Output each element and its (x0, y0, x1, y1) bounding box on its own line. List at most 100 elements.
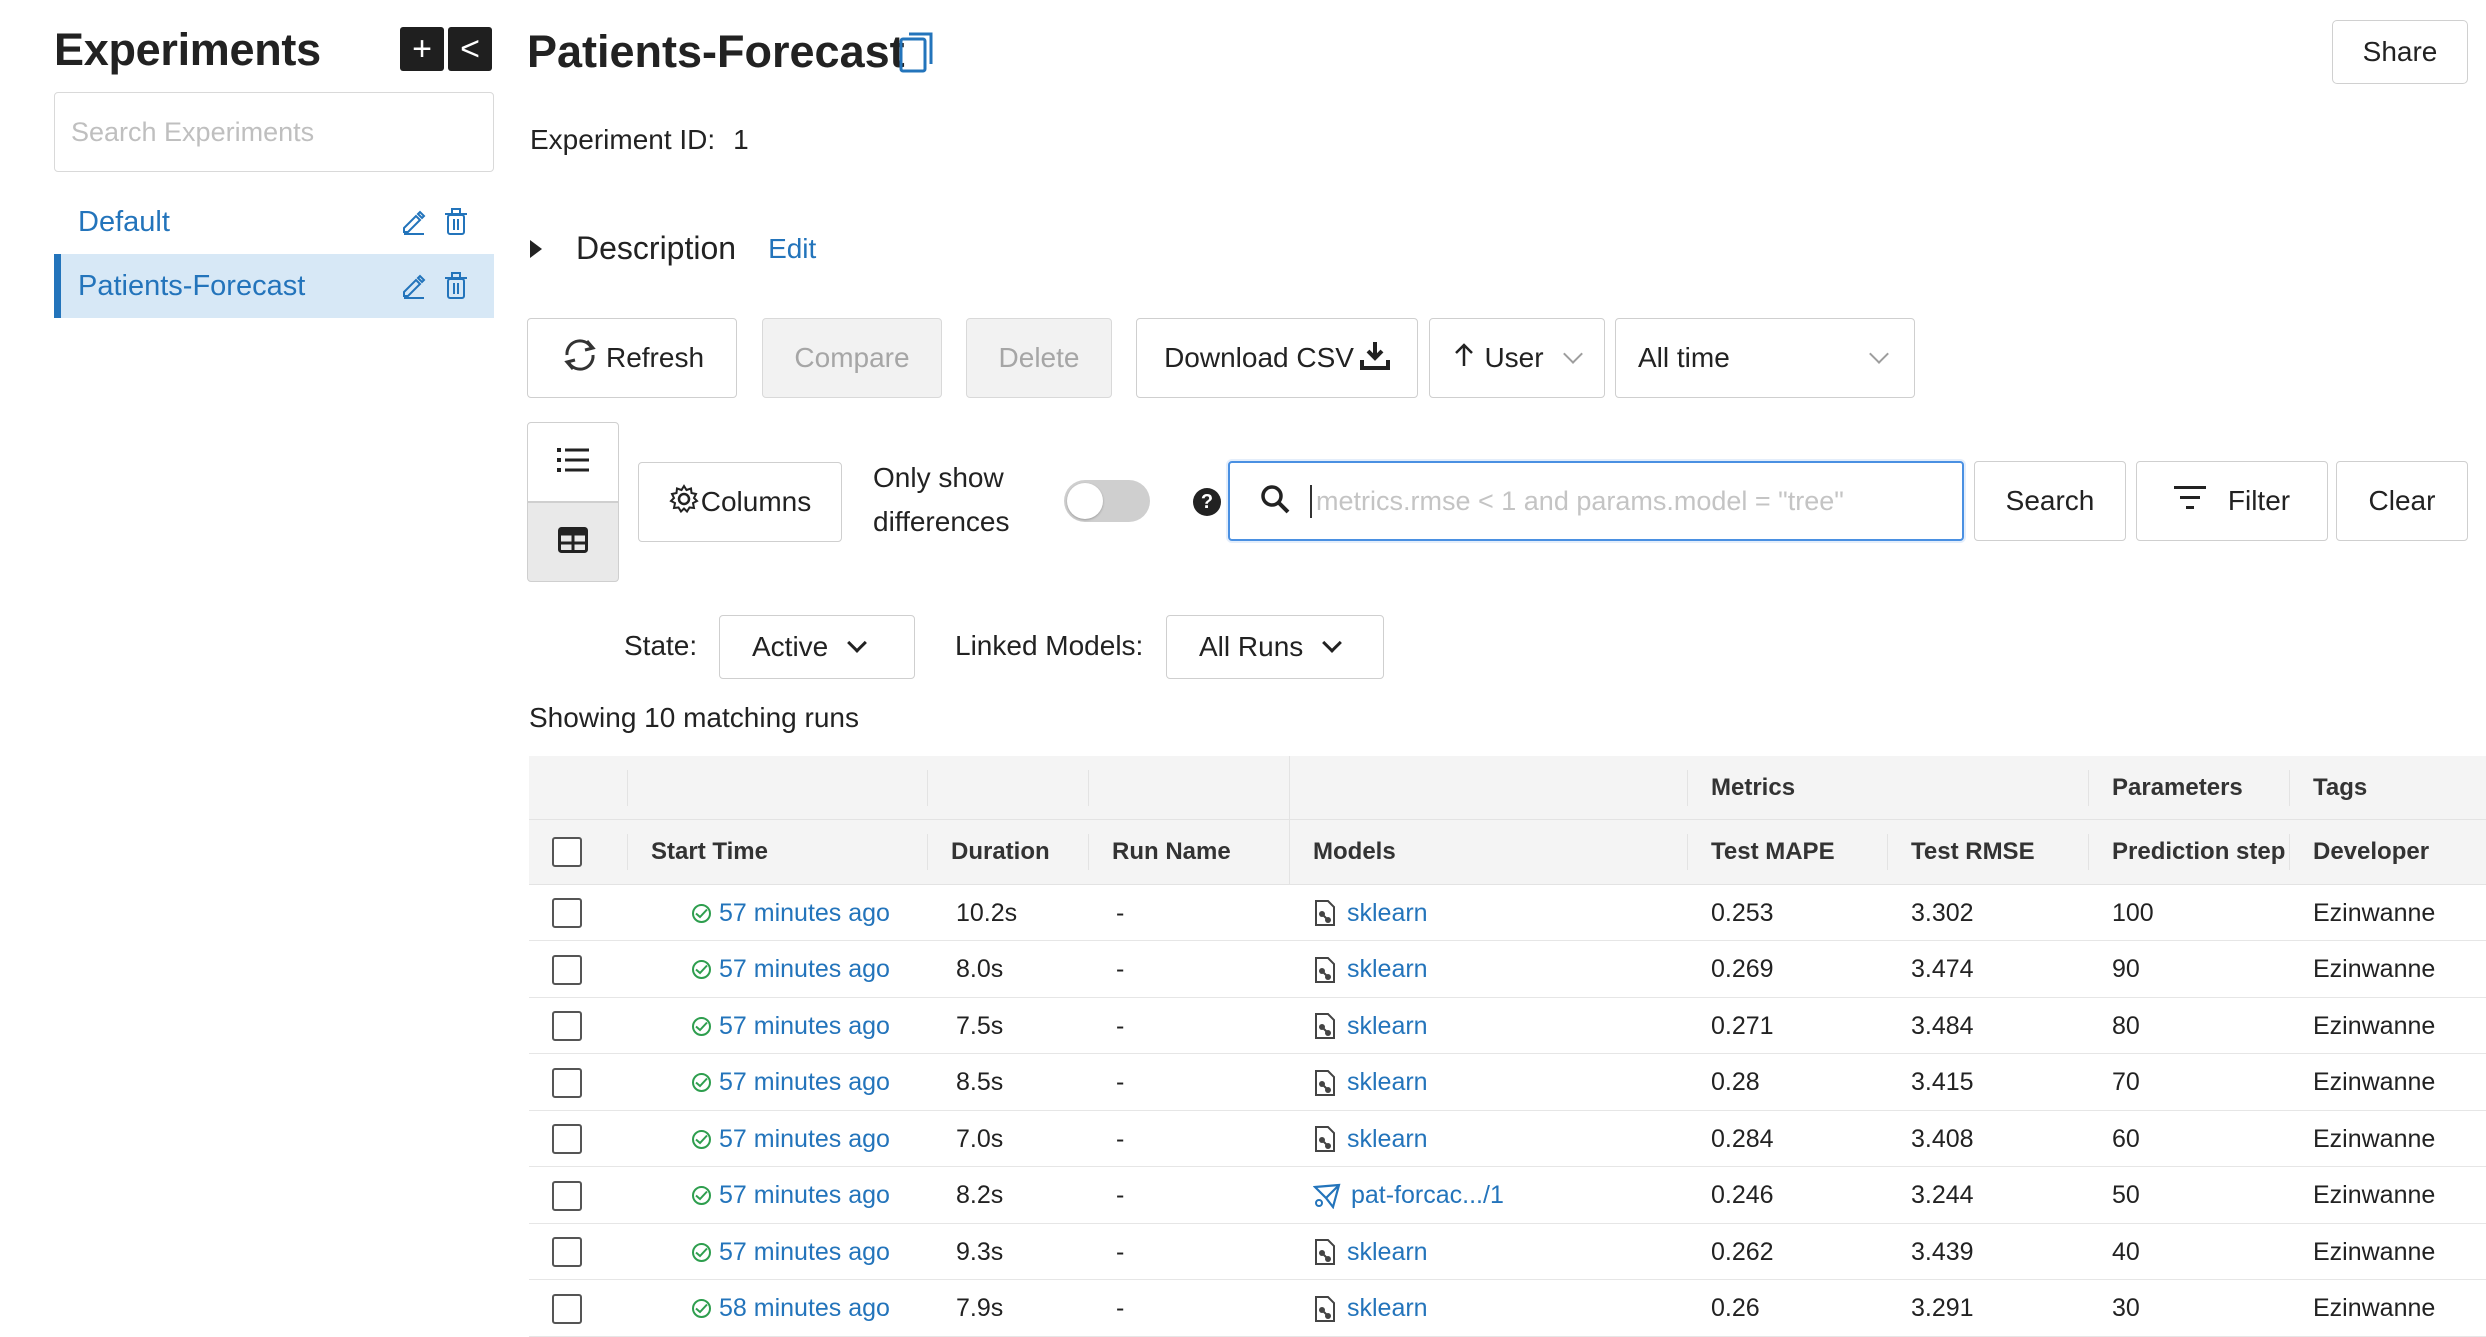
table-row[interactable]: 57 minutes ago 8.0s - sklearn 0.269 3.474 90 Ez… (529, 942, 2486, 998)
sidebar-item-patients-forecast[interactable]: Patients-Forecast (54, 254, 494, 318)
start-time-link[interactable]: 57 minutes ago (719, 899, 890, 928)
sort-user-dropdown[interactable]: User (1429, 318, 1605, 398)
table-row[interactable]: 57 minutes ago 9.3s - sklearn 0.262 3.439 40 Ez… (529, 1224, 2486, 1280)
list-view-button[interactable] (527, 422, 619, 502)
divider (927, 770, 928, 806)
row-checkbox[interactable] (552, 1011, 582, 1041)
time-range-dropdown[interactable]: All time (1615, 318, 1915, 398)
trash-icon[interactable] (444, 208, 468, 236)
run-finished-icon (692, 960, 711, 979)
copy-icon[interactable] (898, 30, 936, 79)
only-show-differences-toggle[interactable] (1064, 480, 1150, 522)
list-icon (557, 447, 589, 478)
search-runs-input[interactable] (1310, 484, 1930, 518)
column-header-test-mape[interactable]: Test MAPE (1711, 820, 1835, 884)
start-time-link[interactable]: 57 minutes ago (719, 1181, 890, 1210)
clear-button[interactable]: Clear (2336, 461, 2468, 541)
row-checkbox[interactable] (552, 898, 582, 928)
chevron-down-icon (1322, 633, 1343, 653)
table-view-button[interactable] (527, 502, 619, 582)
column-header-prediction-step[interactable]: Prediction step (2112, 820, 2285, 884)
delete-button[interactable]: Delete (966, 318, 1112, 398)
select-all-checkbox[interactable] (552, 837, 582, 867)
table-row[interactable]: 57 minutes ago 8.2s - pat-forcac.../1 0.246 3… (529, 1168, 2486, 1224)
state-select[interactable]: Active (719, 615, 915, 679)
column-header-run-name[interactable]: Run Name (1112, 820, 1231, 884)
row-checkbox[interactable] (552, 1067, 582, 1098)
column-header-developer[interactable]: Developer (2313, 820, 2429, 884)
sidebar-item-default[interactable]: Default (54, 190, 494, 254)
prediction-step-cell: 50 (2112, 1181, 2140, 1209)
developer-cell: Ezinwanne (2313, 1124, 2436, 1153)
toggle-knob (1067, 483, 1103, 519)
row-checkbox[interactable] (552, 1293, 582, 1324)
run-finished-icon (692, 1186, 711, 1205)
edit-icon[interactable] (400, 209, 426, 235)
row-checkbox[interactable] (552, 1124, 582, 1154)
row-checkbox[interactable] (552, 1180, 582, 1211)
run-finished-icon (692, 1242, 711, 1262)
table-row[interactable]: 57 minutes ago 7.0s - sklearn 0.284 3.408 60 Ez… (529, 1111, 2486, 1167)
developer-cell: Ezinwanne (2313, 955, 2436, 983)
filter-button[interactable]: Filter (2136, 461, 2328, 541)
model-link[interactable]: sklearn (1347, 1125, 1428, 1154)
test-mape-cell: 0.253 (1711, 898, 1774, 927)
table-row[interactable]: 57 minutes ago 8.5s - sklearn 0.28 3.415 70 Ezi… (529, 1055, 2486, 1111)
compare-button[interactable]: Compare (762, 318, 942, 398)
test-rmse-cell: 3.291 (1911, 1294, 1974, 1322)
start-time-link[interactable]: 58 minutes ago (719, 1294, 890, 1323)
share-button[interactable]: Share (2332, 20, 2468, 84)
edit-icon[interactable] (400, 273, 426, 299)
column-header-test-rmse[interactable]: Test RMSE (1911, 820, 2035, 884)
expand-caret-icon[interactable] (530, 239, 542, 258)
model-link[interactable]: sklearn (1347, 1238, 1428, 1267)
start-time-link[interactable]: 57 minutes ago (719, 1125, 890, 1154)
description-edit-link[interactable]: Edit (768, 233, 816, 265)
start-time-link[interactable]: 57 minutes ago (719, 1238, 890, 1267)
start-time-cell: 57 minutes ago (692, 1168, 890, 1224)
model-link[interactable]: sklearn (1347, 1068, 1428, 1097)
start-time-link[interactable]: 57 minutes ago (719, 1068, 890, 1097)
prediction-step-cell: 100 (2112, 898, 2154, 927)
columns-button[interactable]: Columns (638, 462, 842, 542)
description-label[interactable]: Description (576, 230, 736, 267)
model-link[interactable]: pat-forcac.../1 (1351, 1181, 1504, 1210)
collapse-sidebar-button[interactable]: < (448, 27, 492, 71)
model-link[interactable]: sklearn (1347, 1012, 1428, 1041)
column-header-duration[interactable]: Duration (951, 820, 1050, 884)
download-csv-button[interactable]: Download CSV (1136, 318, 1418, 398)
filter-icon (2173, 485, 2206, 517)
linked-models-select[interactable]: All Runs (1166, 615, 1384, 679)
start-time-link[interactable]: 57 minutes ago (719, 955, 890, 984)
divider (1887, 834, 1888, 870)
model-link[interactable]: sklearn (1347, 899, 1428, 928)
test-rmse-cell: 3.302 (1911, 898, 1974, 927)
table-row[interactable]: 57 minutes ago 10.2s - sklearn 0.253 3.302 100… (529, 885, 2486, 941)
time-range-label: All time (1638, 342, 1730, 373)
refresh-button[interactable]: Refresh (527, 318, 737, 398)
start-time-link[interactable]: 57 minutes ago (719, 1012, 890, 1041)
table-row[interactable]: 58 minutes ago 7.9s - sklearn 0.26 3.291 30 Ezi… (529, 1281, 2486, 1337)
help-icon[interactable]: ? (1193, 488, 1221, 516)
search-experiments-input[interactable] (54, 92, 494, 172)
model-link[interactable]: sklearn (1347, 955, 1428, 984)
chevron-down-icon (1869, 344, 1889, 364)
column-header-start-time[interactable]: Start Time (651, 820, 768, 884)
run-finished-icon (692, 1073, 711, 1092)
run-name-cell: - (1116, 898, 1125, 927)
search-button[interactable]: Search (1974, 461, 2126, 541)
group-header-tags: Tags (2313, 774, 2368, 801)
row-checkbox[interactable] (552, 1237, 582, 1267)
trash-icon[interactable] (444, 272, 468, 300)
row-checkbox[interactable] (552, 954, 582, 985)
select-all-cell (552, 820, 582, 884)
test-mape-cell: 0.269 (1711, 955, 1774, 983)
page-title: Patients-Forecast (527, 26, 905, 77)
add-experiment-button[interactable]: + (400, 27, 444, 71)
row-select-cell (552, 998, 582, 1054)
model-link[interactable]: sklearn (1347, 1294, 1428, 1323)
prediction-step-cell: 60 (2112, 1124, 2140, 1153)
row-select-cell (552, 1281, 582, 1337)
table-row[interactable]: 57 minutes ago 7.5s - sklearn 0.271 3.484 80 Ez… (529, 998, 2486, 1054)
duration-cell: 10.2s (956, 898, 1018, 927)
